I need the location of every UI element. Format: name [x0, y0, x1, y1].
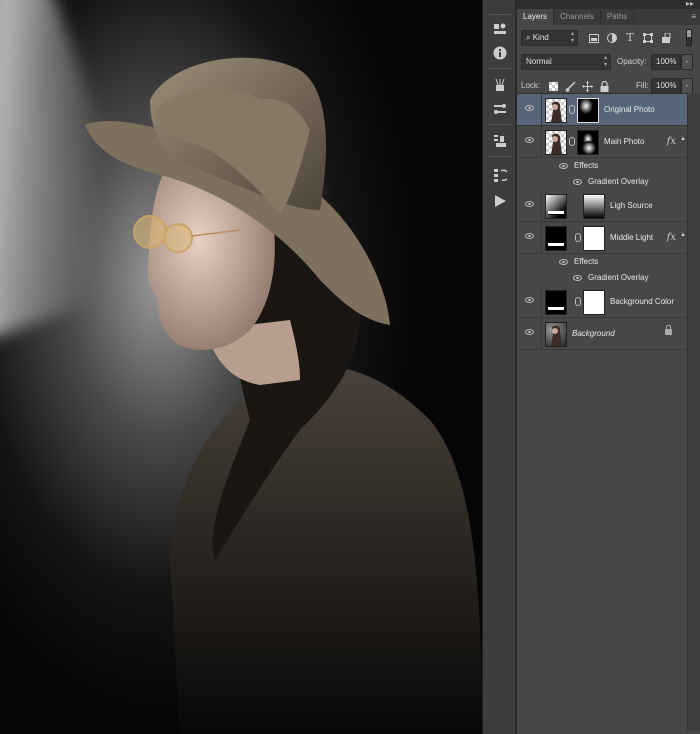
image-filter-icon[interactable] [588, 31, 600, 45]
select-arrows-icon: ▴ ▾ [603, 55, 607, 68]
dock-separator [489, 68, 511, 69]
panel-menu-icon[interactable]: ≡ [691, 12, 696, 21]
mask-link-icon[interactable] [569, 105, 575, 114]
opacity-label: Opacity: [617, 57, 647, 66]
mask-link-icon[interactable] [575, 297, 581, 306]
lock-all-icon[interactable] [598, 79, 610, 93]
dock-separator [489, 156, 511, 157]
visibility-eye-icon[interactable] [559, 259, 568, 265]
visibility-eye-icon[interactable] [525, 105, 534, 111]
layer-ligh-source[interactable]: Ligh Source [517, 190, 688, 222]
layer-main-photo[interactable]: Main Photo fx ▲ [517, 126, 688, 158]
type-filter-icon[interactable]: T [624, 30, 636, 44]
filter-kind-label: Kind [532, 33, 549, 42]
lock-image-pixels-icon[interactable] [564, 79, 576, 93]
mask-link-icon[interactable] [569, 137, 575, 146]
fill-label: Fill: [636, 81, 649, 90]
fill-slider-button[interactable]: - [681, 78, 693, 94]
layer-mask-thumbnail[interactable] [577, 98, 599, 123]
info-icon[interactable] [491, 44, 509, 62]
lock-transparency-icon[interactable] [547, 79, 559, 93]
effect-gradient-overlay[interactable]: Gradient Overlay [517, 270, 688, 286]
mask-link-icon[interactable] [575, 233, 581, 242]
layer-effects-icon[interactable]: fx [667, 222, 676, 254]
expand-panels-button[interactable]: ▸▸ [686, 0, 694, 8]
layer-mask-thumbnail[interactable] [583, 226, 605, 251]
search-icon: ⌕ [526, 33, 533, 42]
adjustment-filter-icon[interactable] [606, 31, 618, 45]
panel-dock [482, 0, 516, 734]
filter-row: ⌕ Kind ▴ ▾ T [517, 28, 700, 49]
effect-name: Gradient Overlay [588, 273, 649, 282]
layer-name[interactable]: Original Photo [604, 94, 655, 126]
layers-scrollbar[interactable] [687, 93, 700, 730]
dock-separator [489, 14, 511, 15]
layer-mask-thumbnail[interactable] [583, 194, 605, 219]
clone-source-icon[interactable] [491, 132, 509, 150]
document-canvas[interactable] [0, 0, 482, 734]
effect-name: Gradient Overlay [588, 177, 649, 186]
layer-background[interactable]: Background [517, 318, 688, 350]
opacity-input[interactable]: 100% [651, 54, 681, 70]
layer-background-color[interactable]: Background Color [517, 286, 688, 318]
smart-object-filter-icon[interactable] [660, 31, 672, 45]
effect-gradient-overlay[interactable]: Gradient Overlay [517, 174, 688, 190]
visibility-eye-icon[interactable] [525, 329, 534, 335]
woman-with-hat-photo [85, 57, 482, 734]
layer-name[interactable]: Background Color [610, 286, 674, 318]
panel-tabs: Layers Channels Paths ≡ [517, 9, 700, 25]
visibility-eye-icon[interactable] [573, 275, 582, 281]
history-icon[interactable] [491, 166, 509, 184]
layer-name[interactable]: Middle Light [610, 222, 653, 254]
properties-icon[interactable] [491, 20, 509, 38]
effects-label: Effects [574, 257, 599, 266]
actions-play-icon[interactable] [491, 192, 509, 210]
collapse-effects-toggle[interactable]: ▲ [680, 232, 686, 238]
layer-name[interactable]: Main Photo [604, 126, 644, 158]
adjustments-icon[interactable] [491, 100, 509, 118]
filter-kind-select[interactable]: ⌕ Kind ▴ ▾ [521, 30, 578, 46]
layer-original-photo[interactable]: Original Photo [517, 94, 688, 126]
layer-effects-icon[interactable]: fx [667, 126, 676, 158]
layer-mask-thumbnail[interactable] [577, 130, 599, 155]
layer-thumbnail [545, 322, 567, 347]
visibility-eye-icon[interactable] [573, 179, 582, 185]
layer-name[interactable]: Background [572, 318, 615, 350]
fill-input[interactable]: 100% [651, 78, 681, 94]
visibility-eye-icon[interactable] [525, 201, 534, 207]
layer-thumbnail [545, 130, 567, 155]
effects-group[interactable]: Effects [517, 158, 688, 174]
visibility-eye-icon[interactable] [525, 137, 534, 143]
shape-filter-icon[interactable] [642, 31, 654, 45]
effects-label: Effects [574, 161, 599, 170]
fill-layer-thumbnail [545, 290, 567, 315]
layer-middle-light[interactable]: Middle Light fx ▲ [517, 222, 688, 254]
layer-thumbnail [545, 98, 567, 123]
brushes-icon[interactable] [491, 76, 509, 94]
layer-lock-icon [665, 325, 672, 335]
tab-paths[interactable]: Paths [601, 9, 635, 25]
lock-position-icon[interactable] [581, 79, 593, 93]
filter-toggle-switch[interactable] [686, 29, 692, 46]
select-arrows-icon: ▴ ▾ [570, 31, 574, 44]
effects-group[interactable]: Effects [517, 254, 688, 270]
gradient-fill-thumbnail [545, 194, 567, 219]
lock-label: Lock: [521, 81, 541, 90]
collapse-effects-toggle[interactable]: ▲ [680, 136, 686, 142]
layer-mask-thumbnail[interactable] [583, 290, 605, 315]
fill-layer-thumbnail [545, 226, 567, 251]
visibility-eye-icon[interactable] [525, 297, 534, 303]
tab-layers[interactable]: Layers [517, 9, 555, 25]
blend-mode-value: Normal [526, 57, 552, 66]
visibility-eye-icon[interactable] [559, 163, 568, 169]
layer-name[interactable]: Ligh Source [610, 190, 653, 222]
layers-list: Original Photo Main Photo fx ▲ Effects G… [517, 93, 688, 730]
tab-channels[interactable]: Channels [554, 9, 601, 25]
blend-row: Normal ▴ ▾ Opacity: 100% - [517, 52, 700, 73]
visibility-eye-icon[interactable] [525, 233, 534, 239]
blend-mode-select[interactable]: Normal ▴ ▾ [521, 54, 611, 70]
layers-panel: Layers Channels Paths ≡ ⌕ Kind ▴ ▾ T Norm… [516, 9, 700, 734]
dock-separator [489, 124, 511, 125]
opacity-slider-button[interactable]: - [681, 54, 693, 70]
